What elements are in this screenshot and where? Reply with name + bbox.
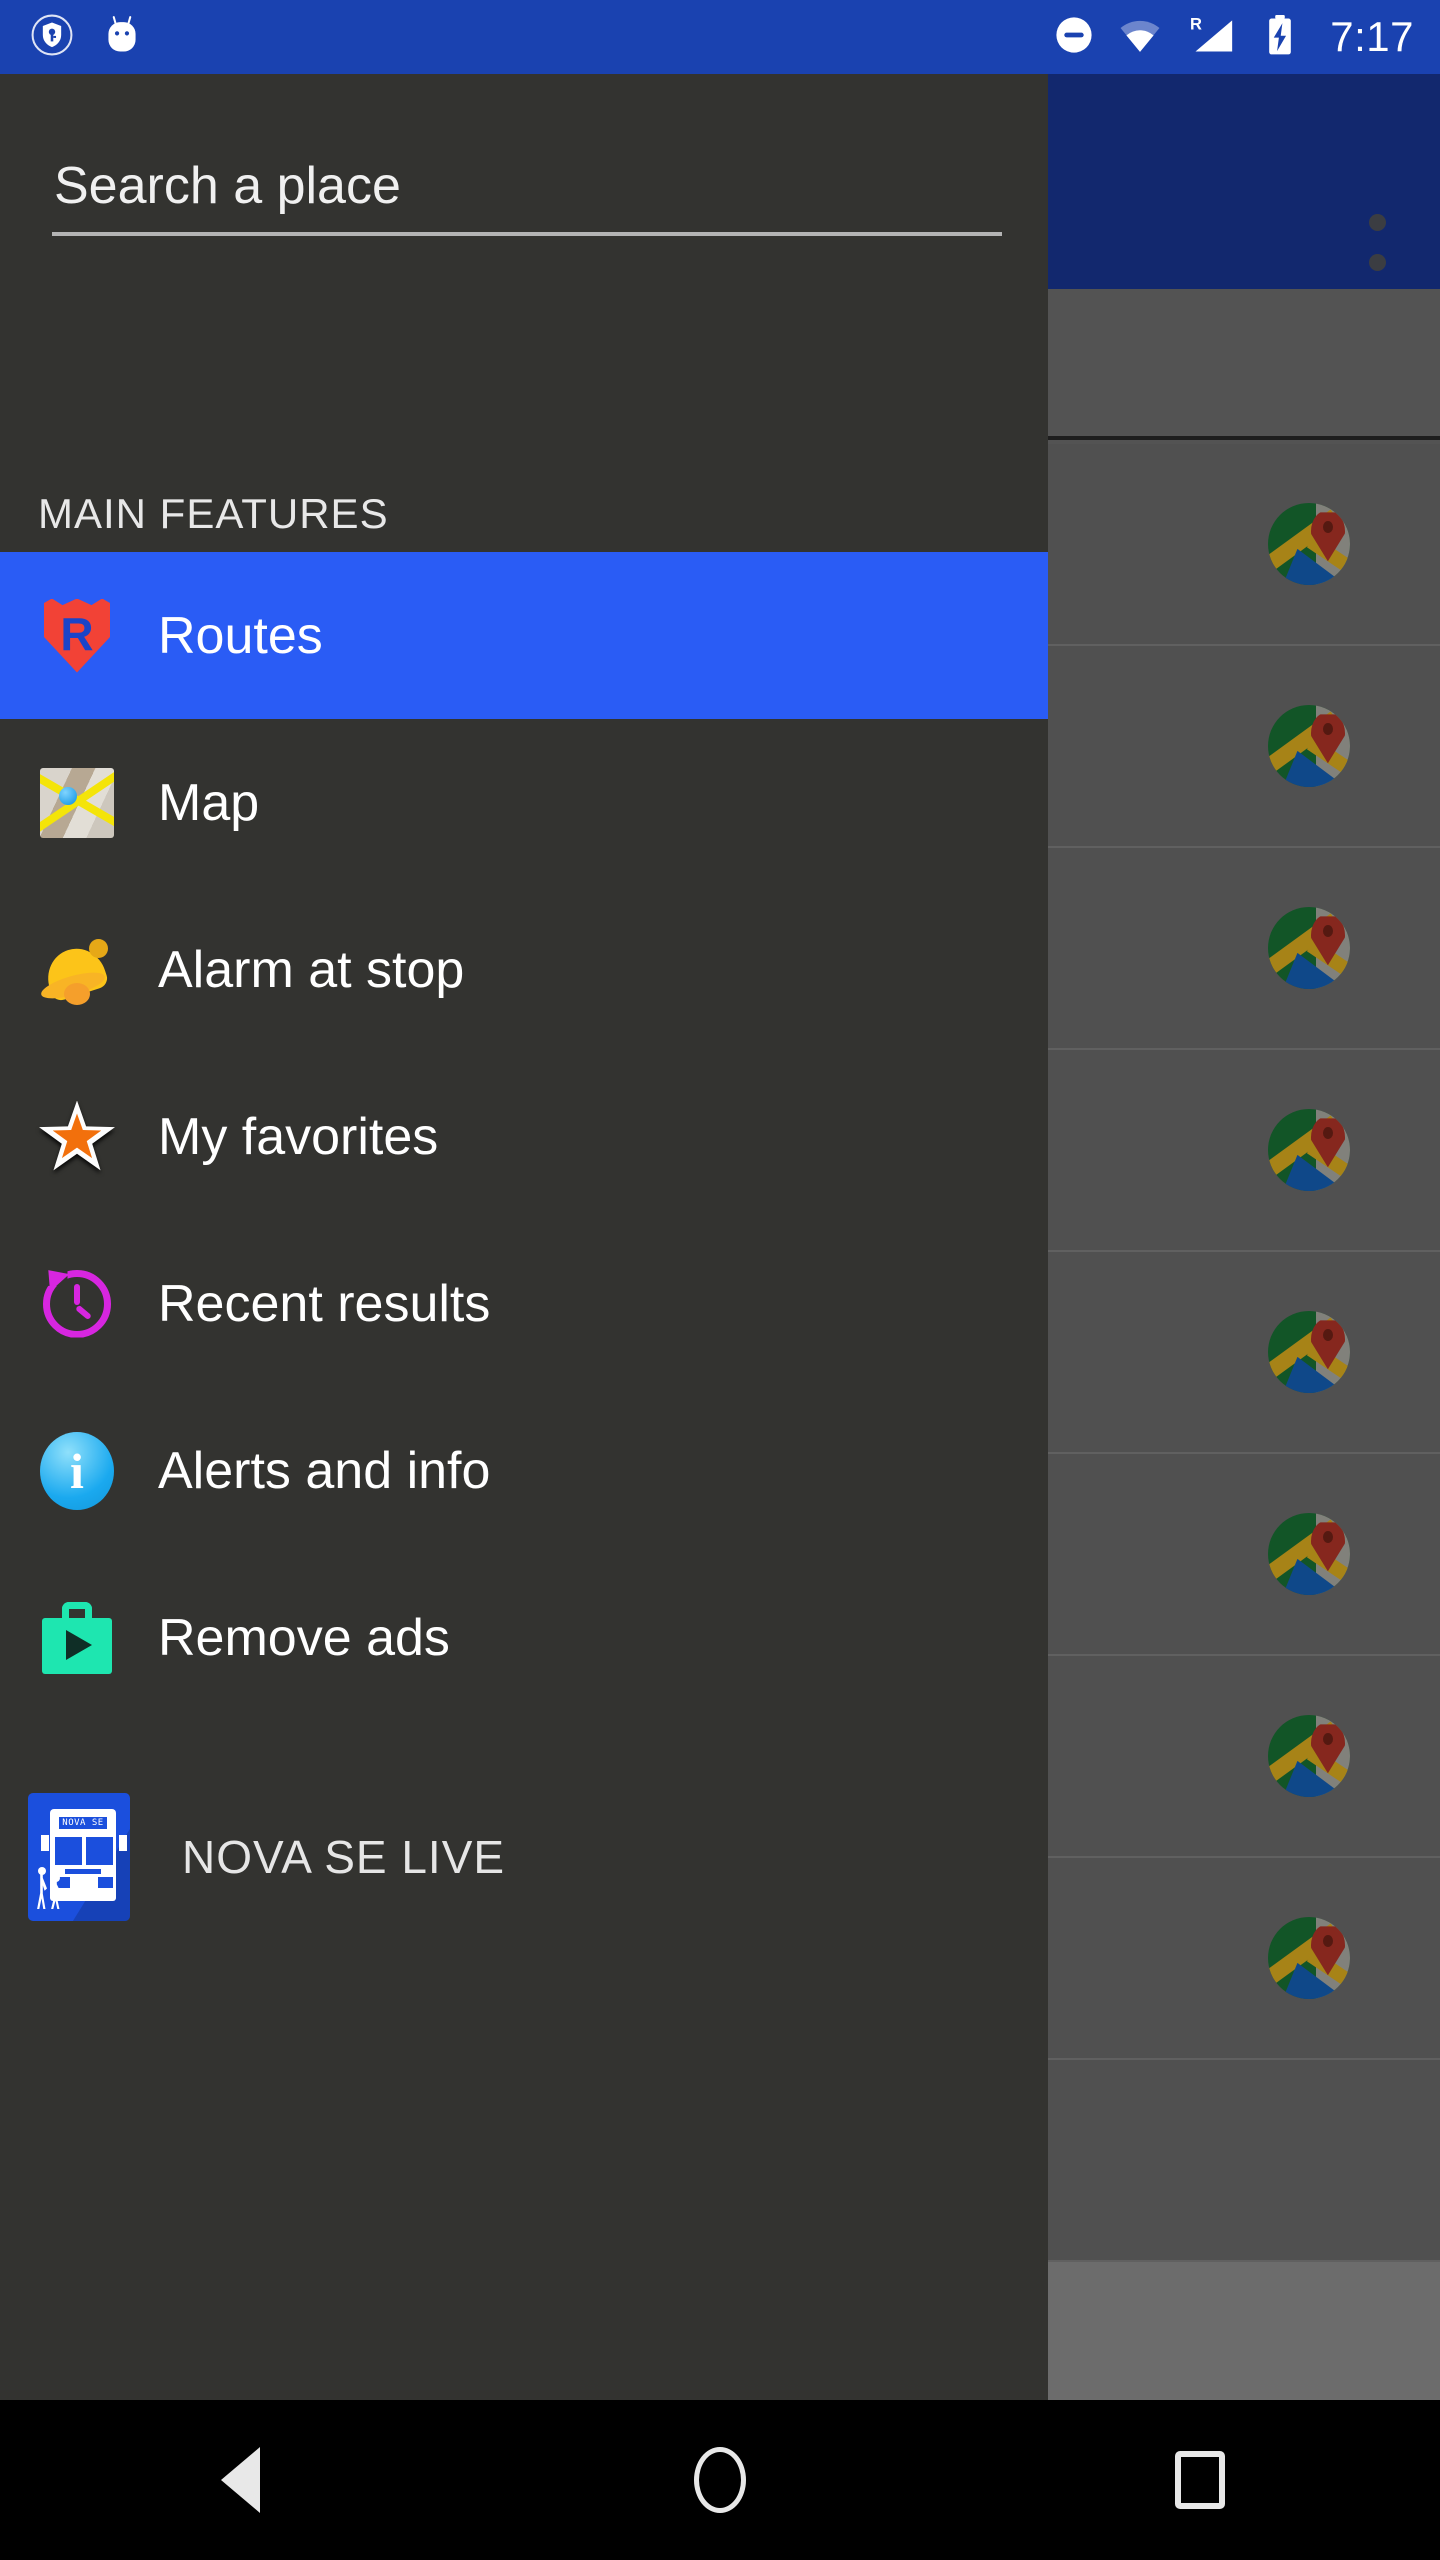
search-input[interactable] <box>52 156 1002 232</box>
google-maps-icon <box>1268 1311 1350 1393</box>
drawer-item-nova-se-live[interactable]: NOVA SE NOVA SE LIVE <box>0 1757 1048 1957</box>
star-icon <box>38 1098 116 1176</box>
android-marshmallow-icon <box>100 13 144 62</box>
do-not-disturb-icon <box>1052 13 1096 62</box>
nova-se-bus-app-icon: NOVA SE <box>28 1793 130 1921</box>
drawer-item-label: My favorites <box>158 1107 439 1166</box>
info-circle-icon: i <box>38 1431 116 1510</box>
drawer-item-map[interactable]: Map <box>0 719 1048 886</box>
drawer-item-remove-ads[interactable]: Remove ads <box>0 1554 1048 1721</box>
drawer-item-alarm-at-stop[interactable]: Alarm at stop <box>0 886 1048 1053</box>
status-bar: R 7:17 <box>0 0 1440 74</box>
google-maps-icon <box>1268 1109 1350 1191</box>
drawer-item-label: Remove ads <box>158 1608 450 1667</box>
home-button[interactable] <box>630 2400 810 2560</box>
drawer-item-my-favorites[interactable]: My favorites <box>0 1053 1048 1220</box>
drawer-item-recent-results[interactable]: Recent results <box>0 1220 1048 1387</box>
google-maps-icon <box>1268 1715 1350 1797</box>
phone-screen: ttle <box>0 0 1440 2560</box>
google-maps-icon <box>1268 705 1350 787</box>
bell-icon <box>38 931 116 1009</box>
section-header-main-features: MAIN FEATURES <box>38 490 389 537</box>
google-maps-icon <box>1268 1917 1350 1999</box>
drawer-item-label: Alarm at stop <box>158 940 465 999</box>
drawer-item-label: Map <box>158 773 260 832</box>
svg-text:R: R <box>1190 15 1202 33</box>
bus-destination-sign: NOVA SE <box>57 1815 109 1831</box>
status-bar-clock: 7:17 <box>1330 13 1414 60</box>
battery-charging-icon <box>1260 13 1300 62</box>
drawer-menu-list: R Routes Map Alarm at stop My favorites … <box>0 552 1048 1957</box>
wifi-icon <box>1116 13 1164 62</box>
google-maps-icon <box>1268 503 1350 585</box>
google-maps-icon <box>1268 907 1350 989</box>
system-navigation-bar <box>0 2400 1440 2560</box>
drawer-item-label: Routes <box>158 606 323 665</box>
vpn-key-shield-icon <box>30 13 74 62</box>
folded-map-icon <box>38 764 116 842</box>
drawer-item-alerts-and-info[interactable]: i Alerts and info <box>0 1387 1048 1554</box>
history-clock-icon <box>38 1260 116 1343</box>
search-underline <box>52 232 1002 236</box>
routes-shield-icon: R <box>38 597 116 675</box>
play-store-bag-icon <box>38 1599 116 1677</box>
recents-button[interactable] <box>1110 2400 1290 2560</box>
drawer-item-routes[interactable]: R Routes <box>0 552 1048 719</box>
drawer-item-label: Alerts and info <box>158 1441 491 1500</box>
drawer-item-label: NOVA SE LIVE <box>182 1831 506 1883</box>
back-button[interactable] <box>150 2400 330 2560</box>
drawer-item-label: Recent results <box>158 1274 491 1333</box>
google-maps-icon <box>1268 1513 1350 1595</box>
roaming-signal-icon: R <box>1184 13 1240 62</box>
search-field[interactable] <box>52 156 1002 236</box>
navigation-drawer: MAIN FEATURES R Routes Map Alarm at stop <box>0 74 1048 2400</box>
